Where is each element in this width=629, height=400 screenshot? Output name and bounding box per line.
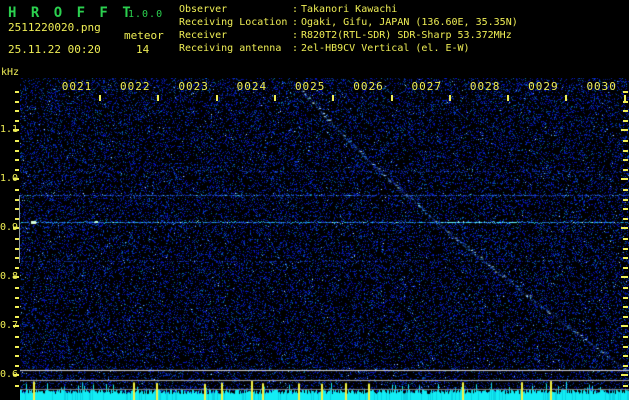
y-minor-tick-right	[623, 335, 628, 338]
y-major-tick-right	[621, 276, 628, 278]
y-major-tick	[13, 276, 19, 278]
y-minor-tick-right	[623, 218, 628, 221]
y-minor-tick-right	[623, 110, 628, 113]
x-tick-label: 0030	[586, 80, 617, 93]
y-minor-tick	[15, 384, 19, 387]
x-minute-tick	[215, 95, 218, 101]
y-minor-tick-right	[623, 188, 628, 191]
x-minute-tick	[623, 95, 626, 101]
y-minor-tick-right	[623, 257, 628, 260]
x-minute-tick	[507, 95, 510, 101]
y-minor-tick-right	[623, 345, 628, 348]
y-minor-tick	[15, 247, 19, 250]
y-minor-tick	[15, 139, 19, 142]
x-tick-label: 0029	[528, 80, 559, 93]
y-minor-tick	[15, 365, 19, 368]
y-minor-tick	[15, 159, 19, 162]
y-minor-tick	[15, 335, 19, 338]
hrofft-window: H R O F F T 1.0.0 2511220020.png meteor …	[0, 0, 629, 400]
x-tick-label: 0028	[469, 80, 501, 93]
y-minor-tick	[15, 188, 19, 191]
y-minor-tick	[15, 267, 19, 270]
y-minor-tick	[15, 306, 19, 309]
y-minor-tick-right	[623, 316, 628, 319]
y-minor-tick	[15, 120, 19, 123]
y-minor-tick-right	[623, 267, 628, 270]
y-major-tick	[13, 374, 19, 376]
x-minute-tick	[390, 95, 393, 101]
y-minor-tick	[15, 90, 19, 93]
y-minor-tick-right	[623, 149, 628, 152]
axes-overlay: 1.1 1.0 0.9 0.8 0.7 0.6 0021 0022 0023 0024 0025 00…	[0, 0, 629, 400]
y-minor-tick-right	[623, 355, 628, 358]
x-minute-tick	[157, 95, 160, 101]
x-tick-label: 0024	[236, 80, 268, 93]
x-tick-label: 0026	[353, 80, 384, 93]
y-major-tick-right	[621, 325, 628, 327]
y-minor-tick-right	[623, 139, 628, 142]
x-tick-label: 0025	[294, 80, 326, 93]
y-minor-tick-right	[623, 296, 628, 299]
y-major-tick-right	[621, 178, 628, 180]
y-major-tick-right	[621, 129, 628, 131]
y-minor-tick	[15, 345, 19, 348]
y-minor-tick	[15, 286, 19, 289]
x-minute-tick	[448, 95, 451, 101]
x-tick-label: 0023	[178, 80, 209, 93]
x-tick-label: 0022	[120, 80, 151, 93]
y-minor-tick-right	[623, 208, 628, 211]
x-tick-label: 0021	[61, 80, 93, 93]
y-major-tick	[13, 325, 19, 327]
y-minor-tick-right	[623, 90, 628, 93]
y-minor-tick	[15, 296, 19, 299]
y-minor-tick-right	[623, 237, 628, 240]
x-tick-label: 0027	[411, 80, 443, 93]
y-minor-tick	[15, 316, 19, 319]
y-minor-tick-right	[623, 365, 628, 368]
y-minor-tick	[15, 355, 19, 358]
y-minor-tick	[15, 208, 19, 211]
y-minor-tick-right	[623, 169, 628, 172]
y-major-tick	[13, 129, 19, 131]
y-minor-tick	[15, 218, 19, 221]
y-major-tick-right	[621, 227, 628, 229]
y-major-tick	[13, 178, 19, 180]
y-minor-tick-right	[623, 286, 628, 289]
y-minor-tick-right	[623, 247, 628, 250]
y-minor-tick-right	[623, 198, 628, 201]
x-minute-tick	[565, 95, 568, 101]
y-minor-tick	[15, 257, 19, 260]
y-minor-tick	[15, 169, 19, 172]
x-minute-tick	[332, 95, 335, 101]
y-minor-tick	[15, 100, 19, 103]
y-minor-tick	[15, 198, 19, 201]
y-minor-tick	[15, 237, 19, 240]
y-minor-tick	[15, 110, 19, 113]
y-major-tick-right	[621, 374, 628, 376]
y-minor-tick	[15, 149, 19, 152]
y-major-tick	[13, 227, 19, 229]
x-minute-tick	[99, 95, 101, 101]
y-minor-tick-right	[623, 120, 628, 123]
y-minor-tick-right	[623, 306, 628, 309]
y-minor-tick-right	[623, 384, 628, 387]
y-minor-tick-right	[623, 159, 628, 162]
x-minute-tick	[273, 95, 276, 101]
